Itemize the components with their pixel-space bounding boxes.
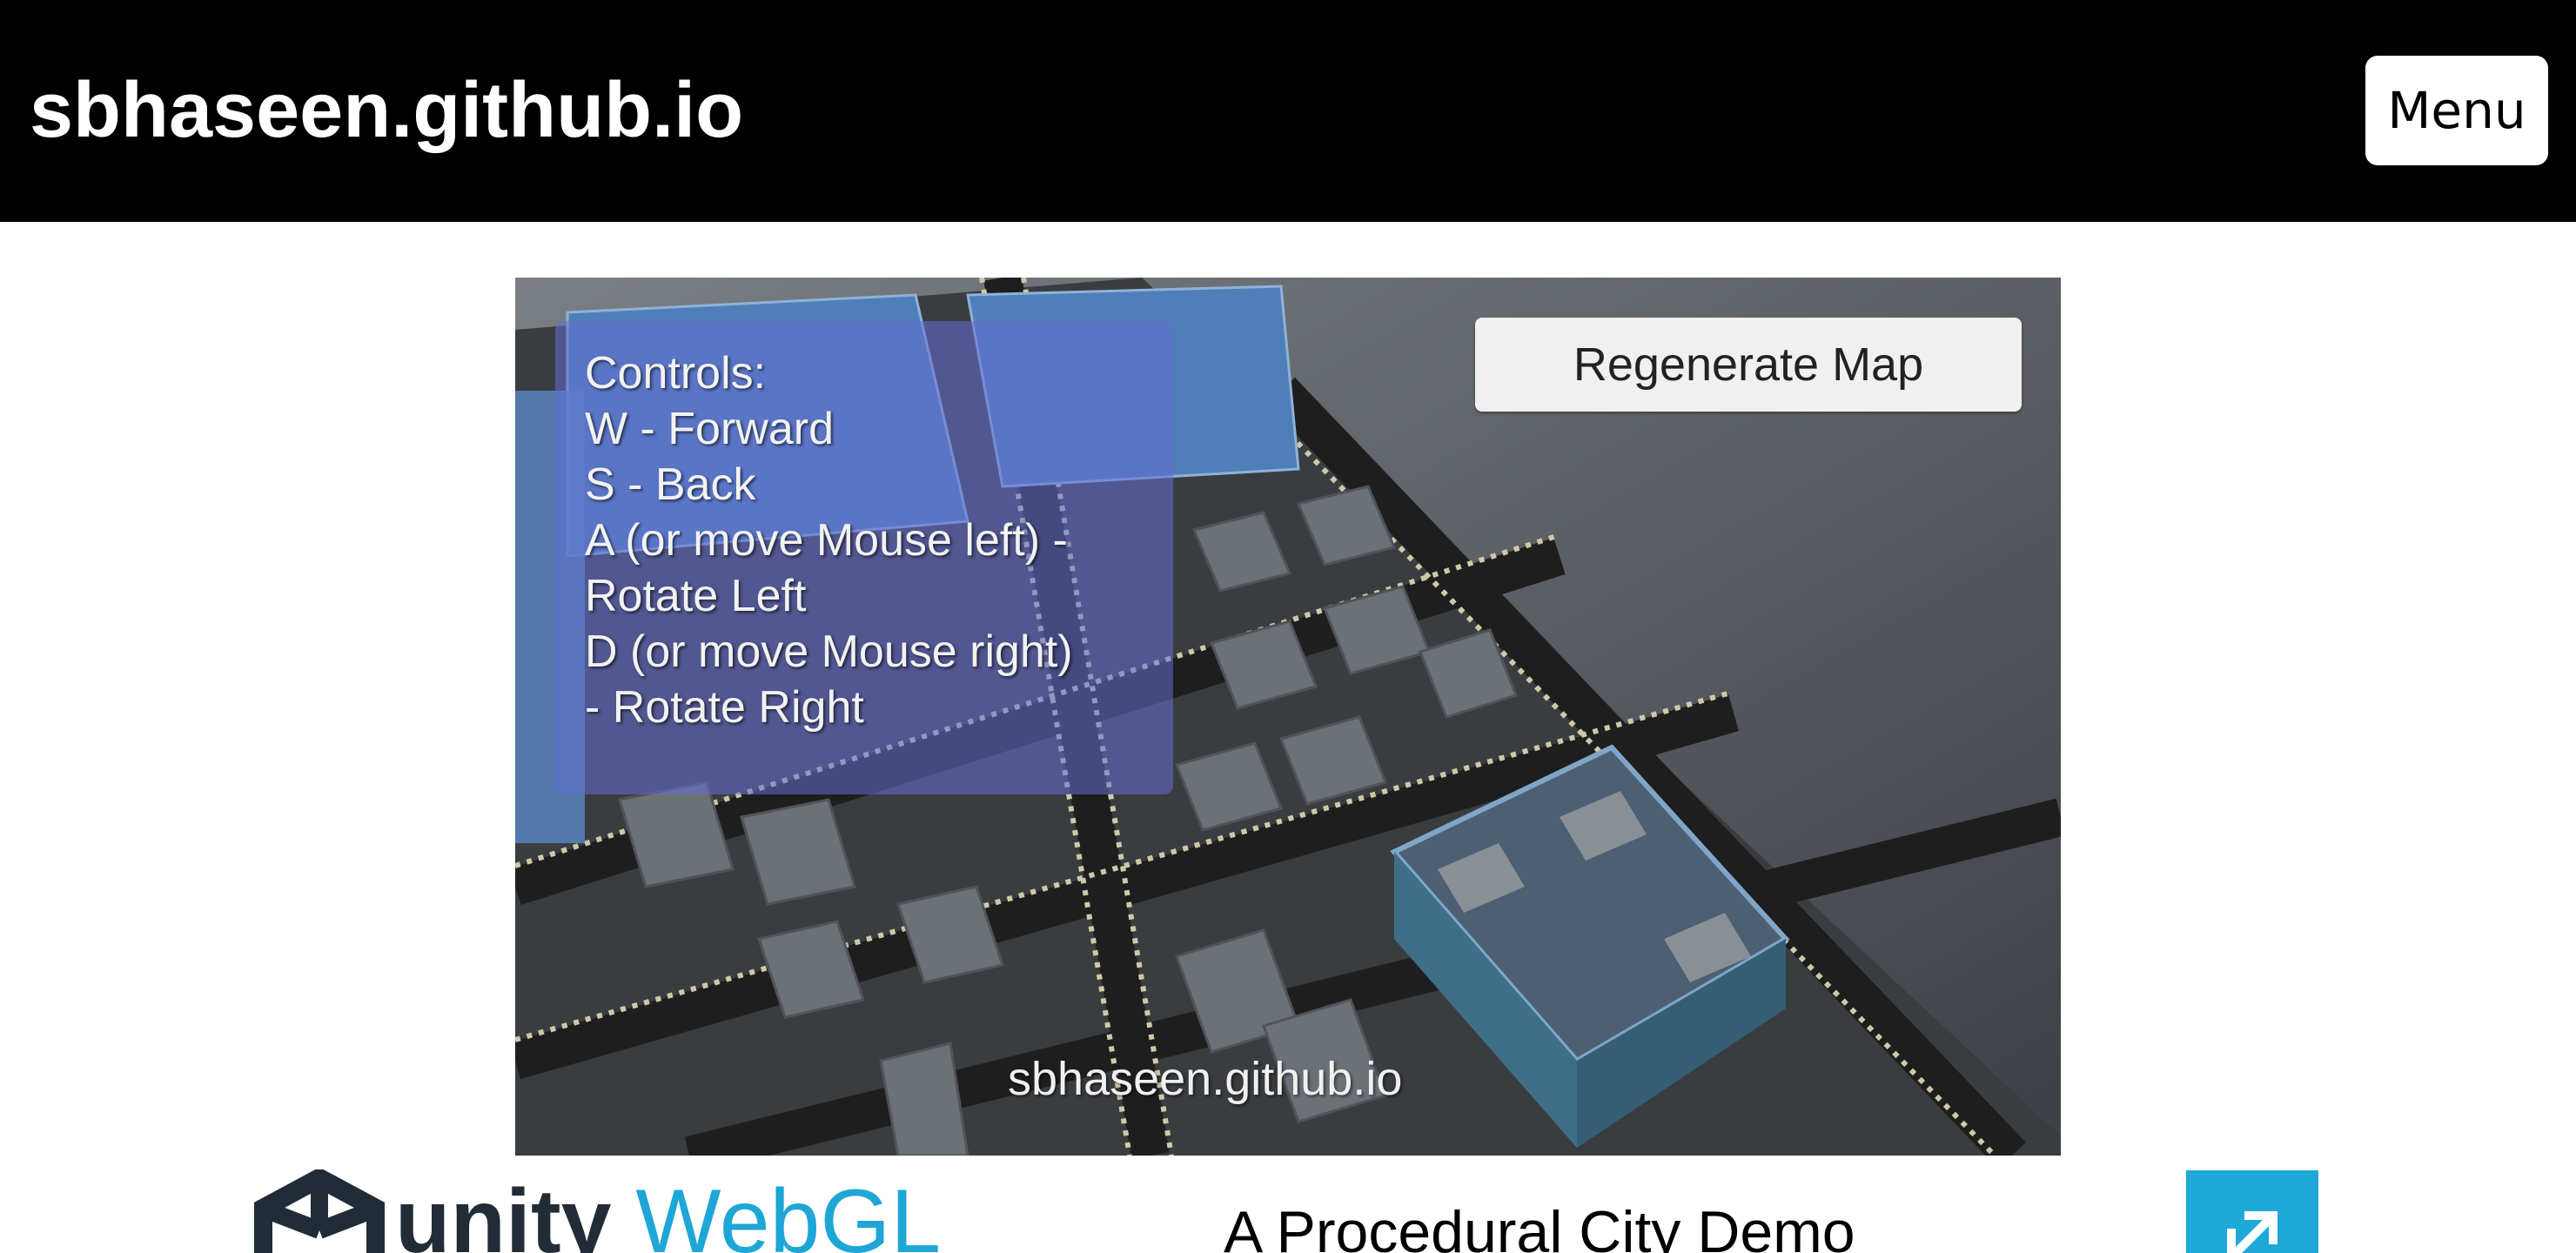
unity-webgl-logo: unity WebGL	[254, 1169, 941, 1253]
controls-line-forward: W - Forward	[585, 404, 834, 454]
unity-wordmark: unity	[395, 1171, 612, 1253]
controls-heading: Controls:	[585, 348, 767, 399]
fullscreen-button[interactable]	[2186, 1170, 2318, 1253]
menu-button[interactable]: Menu	[2365, 56, 2548, 165]
controls-instructions: Controls: W - Forward S - Back A (or mov…	[585, 345, 1177, 735]
demo-title: A Procedural City Demo	[1224, 1199, 1855, 1253]
controls-line-rotate-left: Rotate Left	[585, 571, 807, 621]
site-header: sbhaseen.github.io Menu	[0, 0, 2576, 222]
game-watermark: sbhaseen.github.io	[1008, 1053, 1403, 1105]
controls-line-rotate-left-key: A (or move Mouse left) -	[585, 515, 1068, 566]
controls-line-rotate-right: - Rotate Right	[585, 682, 864, 733]
unity-game-canvas[interactable]: Controls: W - Forward S - Back A (or mov…	[515, 278, 2061, 1156]
regenerate-map-button[interactable]: Regenerate Map	[1475, 318, 2022, 412]
controls-line-rotate-right-key: D (or move Mouse right)	[585, 626, 1073, 677]
fullscreen-expand-icon	[2227, 1211, 2277, 1253]
unity-footer: unity WebGL A Procedural City Demo	[0, 1157, 2576, 1253]
webgl-wordmark: WebGL	[635, 1171, 942, 1253]
controls-line-back: S - Back	[585, 459, 756, 510]
site-title[interactable]: sbhaseen.github.io	[30, 63, 743, 158]
unity-cube-icon	[254, 1169, 385, 1253]
